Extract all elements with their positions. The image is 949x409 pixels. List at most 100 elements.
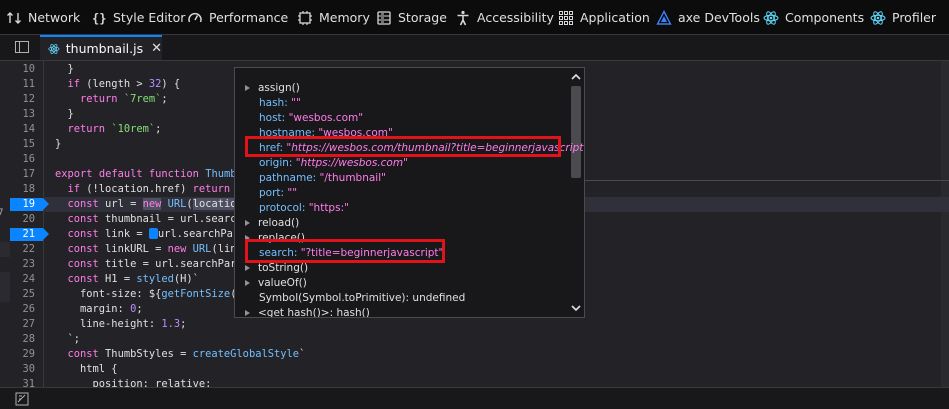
tab-label: Profiler <box>892 10 937 25</box>
expand-arrow-icon[interactable] <box>245 265 250 271</box>
source-tab-bar: thumbnail.js ✕ <box>0 35 949 61</box>
object-property-row[interactable]: Symbol(Symbol.toPrimitive): undefined <box>259 291 465 306</box>
tab-storage[interactable]: Storage <box>376 0 447 35</box>
expand-arrow-icon[interactable] <box>245 310 250 316</box>
expand-arrow-icon[interactable] <box>245 280 250 286</box>
property-key: toString() <box>258 262 309 274</box>
toggle-sidebar-icon[interactable] <box>15 41 29 53</box>
property-key: valueOf() <box>258 277 307 289</box>
property-value: undefined <box>412 292 466 304</box>
line-number[interactable]: 24 <box>0 272 40 287</box>
line-number[interactable]: 15 <box>0 137 40 152</box>
property-value: "" <box>287 187 298 199</box>
react-atom-icon <box>48 43 60 54</box>
object-property-row[interactable]: reload() <box>245 216 299 231</box>
object-property-row[interactable]: port: "" <box>259 186 297 201</box>
popup-scrollbar[interactable] <box>567 68 584 317</box>
property-key: hash: <box>259 97 288 109</box>
variable-preview-popup[interactable]: assign() hash: "" host: "wesbos.com" hostna… <box>234 67 585 318</box>
tab-label: Components <box>785 10 865 25</box>
code-text: const linkURL = new URL(link); <box>67 243 256 255</box>
code-text: return `10rem`; <box>67 123 162 135</box>
object-property-row[interactable]: pathname: "/thumbnail" <box>259 171 386 186</box>
code-text: const H1 = styled(H)` <box>67 273 199 285</box>
object-property-row[interactable]: origin: "https://wesbos.com" <box>259 156 408 171</box>
line-number[interactable]: 21 <box>0 227 40 242</box>
search-highlight-box <box>245 239 445 263</box>
tab-performance[interactable]: Performance <box>187 0 288 35</box>
object-property-row[interactable]: <get hash()>: hash() <box>245 306 370 317</box>
line-number[interactable]: 14 <box>0 122 40 137</box>
source-tab-thumbnail[interactable]: thumbnail.js ✕ <box>40 35 162 60</box>
code-text: const url = new URL(location. <box>67 198 249 210</box>
code-text: position: relative; <box>55 378 212 387</box>
line-number[interactable]: 10 <box>0 62 40 77</box>
line-number[interactable]: 18 <box>0 182 40 197</box>
code-text: } <box>55 138 62 150</box>
object-property-row[interactable]: valueOf() <box>245 276 307 291</box>
code-line[interactable]: 28 `; <box>0 332 949 347</box>
line-number[interactable]: 17 <box>0 167 40 182</box>
line-number[interactable]: 27 <box>0 317 40 332</box>
code-line[interactable]: 31 position: relative; <box>0 377 949 387</box>
line-number[interactable]: 13 <box>0 107 40 122</box>
code-text: return `7rem`; <box>80 93 168 105</box>
object-property-row[interactable]: assign() <box>245 81 300 96</box>
line-number[interactable]: 25 <box>0 287 40 302</box>
react-atom-icon <box>763 10 779 26</box>
code-text: `; <box>55 333 81 345</box>
code-line[interactable]: 30 html { <box>0 362 949 377</box>
expand-arrow-icon[interactable] <box>245 220 250 226</box>
code-text: } <box>55 63 74 75</box>
line-number[interactable]: 30 <box>0 362 40 377</box>
code-text: if (!location.href) return nul <box>67 183 256 195</box>
tab-memory[interactable]: Memory <box>297 0 370 35</box>
close-tab-icon[interactable]: ✕ <box>151 41 162 56</box>
property-key: origin: <box>259 157 293 169</box>
object-property-row[interactable]: host: "wesbos.com" <box>259 111 363 126</box>
tab-label: Application <box>580 10 650 25</box>
line-number[interactable]: 16 <box>0 152 40 167</box>
code-text: const thumbnail = url.searchPa <box>67 213 256 225</box>
source-tab-label: thumbnail.js <box>65 41 144 56</box>
tab-accessibility[interactable]: Accessibility <box>455 0 554 35</box>
line-number[interactable]: 11 <box>0 77 40 92</box>
tab-profiler[interactable]: Profiler <box>870 0 936 35</box>
tab-label: Accessibility <box>477 10 554 25</box>
line-number[interactable]: 28 <box>0 332 40 347</box>
line-number[interactable]: 20 <box>0 212 40 227</box>
svg-text:{}: {} <box>92 11 106 25</box>
code-text: if (length > 32) { <box>67 78 181 90</box>
expand-arrow-icon[interactable] <box>245 85 250 91</box>
property-key: host: <box>259 112 286 124</box>
property-key: reload() <box>258 217 300 229</box>
line-number[interactable]: 19 <box>0 197 40 212</box>
pretty-print-icon[interactable] <box>15 392 29 406</box>
tab-style-editor[interactable]: {} Style Editor <box>91 0 185 35</box>
code-text: html { <box>55 363 118 375</box>
line-number[interactable]: 23 <box>0 257 40 272</box>
line-number[interactable]: 22 <box>0 242 40 257</box>
property-key: pathname: <box>259 172 317 184</box>
code-line[interactable]: 27 line-height: 1.3; <box>0 317 949 332</box>
line-number[interactable]: 12 <box>0 92 40 107</box>
line-number[interactable]: 26 <box>0 302 40 317</box>
code-line[interactable]: 29 const ThumbStyles = createGlobalStyle… <box>0 347 949 362</box>
tab-components[interactable]: Components <box>763 0 864 35</box>
popup-scrollbar-thumb[interactable] <box>571 86 581 178</box>
tab-axe-devtools[interactable]: axe DevTools <box>656 0 760 35</box>
scroll-up-icon[interactable] <box>570 71 582 83</box>
tab-network[interactable]: Network <box>6 0 80 35</box>
scroll-down-icon[interactable] <box>570 302 582 314</box>
braces-icon: {} <box>91 10 107 26</box>
tab-label: Storage <box>398 10 447 25</box>
property-key: protocol: <box>259 202 306 214</box>
property-key: Symbol(Symbol.toPrimitive): <box>259 292 410 304</box>
line-number[interactable]: 31 <box>0 377 40 387</box>
object-property-row[interactable]: hash: "" <box>259 96 301 111</box>
line-number[interactable]: 29 <box>0 347 40 362</box>
tab-application[interactable]: Application <box>558 0 650 35</box>
object-property-row[interactable]: protocol: "https:" <box>259 201 349 216</box>
object-property-row[interactable]: toString() <box>245 261 308 276</box>
network-arrows-icon <box>6 10 22 26</box>
